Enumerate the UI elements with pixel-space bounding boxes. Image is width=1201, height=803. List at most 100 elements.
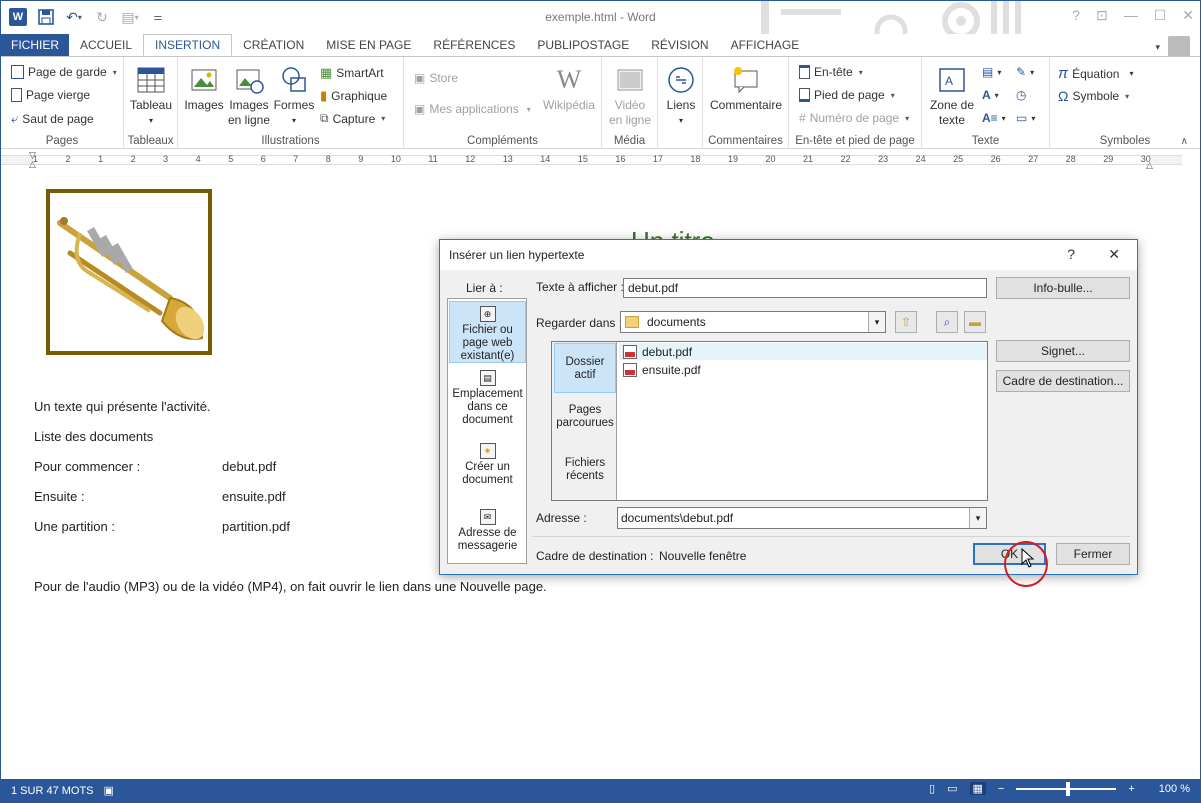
trumpet-image[interactable]	[46, 189, 212, 355]
zoom-slider[interactable]	[1016, 781, 1117, 796]
graphique-button[interactable]: ▮ Graphique	[320, 88, 387, 104]
images-en-ligne-button[interactable]: Images en ligne	[226, 65, 272, 128]
en-tete-button[interactable]: En-tête	[799, 65, 863, 79]
pied-de-page-button[interactable]: Pied de page	[799, 88, 895, 102]
info-bulle-button[interactable]: Info-bulle...	[996, 277, 1130, 299]
dossier-actif-item[interactable]: Dossier actif	[554, 343, 616, 393]
row-label-1: Pour commencer :	[34, 459, 141, 474]
numero-de-page-button[interactable]: # Numéro de page	[799, 111, 909, 125]
file-row-1[interactable]: debut.pdf	[619, 343, 987, 360]
page-vierge-button[interactable]: Page vierge	[11, 88, 90, 102]
tab-revision[interactable]: RÉVISION	[640, 34, 719, 56]
dialog-help-icon[interactable]: ?	[1067, 246, 1075, 262]
pages-parcourues-item[interactable]: Pages parcourues	[554, 404, 616, 444]
avatar[interactable]	[1168, 36, 1190, 58]
quickparts-button[interactable]: ▤ ▾	[982, 65, 1001, 79]
symbole-button[interactable]: Ω Symbole	[1058, 88, 1129, 104]
date-button[interactable]: ◷	[1016, 88, 1026, 102]
tableau-button[interactable]: Tableau ▾	[129, 65, 173, 128]
header-icon	[799, 65, 810, 79]
intro-text: Un texte qui présente l'activité.	[34, 399, 211, 414]
ruler-tick-label: 8	[325, 154, 331, 164]
read-mode-icon[interactable]: ▯	[929, 782, 935, 795]
ribbon-display-icon[interactable]: ⊡	[1096, 7, 1108, 24]
wordart-button[interactable]: A ▾	[982, 88, 999, 102]
ribbon: Page de garde Page vierge ⤶Saut de page …	[1, 56, 1200, 149]
regarder-dans-select[interactable]: documents ▾	[620, 311, 886, 333]
ruler-tick-label: 1	[33, 154, 39, 164]
zoom-in-icon[interactable]: +	[1128, 783, 1134, 795]
collapse-ribbon-icon[interactable]: ∧	[1181, 136, 1188, 147]
word-count[interactable]: 1 SUR 47 MOTS	[11, 785, 94, 797]
lier-creer-document[interactable]: ✷ Créer un document	[449, 439, 526, 489]
fermer-button[interactable]: Fermer	[1056, 543, 1130, 565]
zoom-level[interactable]: 100 %	[1159, 783, 1190, 795]
minimize-icon[interactable]: —	[1124, 7, 1138, 24]
lier-item-1-line2: page web	[462, 337, 513, 349]
saut-de-page-button[interactable]: ⤶ Saut de page	[11, 111, 94, 127]
zone-de-texte-button[interactable]: A Zone de texte	[926, 65, 978, 128]
up-folder-button[interactable]: ⇧	[895, 311, 917, 333]
browse-web-button[interactable]: ⌕	[936, 311, 958, 333]
texte-a-afficher-input[interactable]: debut.pdf	[623, 278, 987, 298]
liens-button[interactable]: Liens ▾	[662, 65, 700, 128]
file-row-2[interactable]: ensuite.pdf	[619, 361, 987, 378]
capture-button[interactable]: ⧉ Capture	[320, 111, 385, 126]
file-browser-sidebar: Dossier actif Pages parcourues Fichiers …	[552, 342, 617, 500]
lier-adresse-messagerie[interactable]: ✉ Adresse de messagerie	[449, 505, 526, 555]
images-button[interactable]: Images	[183, 65, 225, 113]
signature-button[interactable]: ✎ ▾	[1016, 65, 1034, 79]
signet-button[interactable]: Signet...	[996, 340, 1130, 362]
page-de-garde-button[interactable]: Page de garde	[11, 65, 117, 79]
adresse-value: documents\debut.pdf	[621, 511, 734, 525]
tab-publipostage[interactable]: PUBLIPOSTAGE	[526, 34, 640, 56]
tab-insertion[interactable]: INSERTION	[143, 34, 233, 56]
zoom-out-icon[interactable]: −	[998, 783, 1004, 795]
page-break-icon: ⤶	[11, 111, 19, 126]
lettrine-button[interactable]: A≡ ▾	[982, 111, 1006, 125]
proofing-icon[interactable]: ▣	[104, 784, 114, 797]
online-picture-icon	[236, 69, 264, 94]
tab-affichage[interactable]: AFFICHAGE	[720, 34, 811, 56]
object-button[interactable]: ▭ ▾	[1016, 111, 1035, 125]
smartart-button[interactable]: ▦ SmartArt	[320, 65, 384, 81]
store-button[interactable]: ▣ Store	[414, 71, 458, 85]
adresse-dropdown-icon[interactable]: ▾	[969, 508, 986, 528]
commentaire-label: Commentaire	[709, 98, 783, 112]
zone-de-texte-label-1: Zone de	[929, 98, 975, 112]
ruler-tick-label: 25	[953, 154, 964, 164]
close-icon[interactable]: ✕	[1182, 7, 1194, 24]
group-entete: En-tête Pied de page #Numéro de page En-…	[789, 57, 922, 149]
lier-fichier-existant[interactable]: ⊕ Fichier ou page web existant(e)	[449, 301, 526, 363]
wikipedia-button[interactable]: W Wikipédia	[538, 65, 600, 113]
mes-applications-button[interactable]: ▣ Mes applications ▾	[414, 102, 531, 116]
video-en-ligne-button[interactable]: Vidéo en ligne	[607, 65, 653, 128]
capture-label: Capture	[332, 111, 376, 126]
tab-accueil[interactable]: ACCUEIL	[69, 34, 143, 56]
maximize-icon[interactable]: ☐	[1154, 7, 1167, 24]
browse-file-button[interactable]: ▬	[964, 311, 986, 333]
zoom-slider-thumb[interactable]	[1066, 781, 1071, 796]
web-layout-icon[interactable]: ▦	[969, 782, 986, 795]
graphique-label: Graphique	[331, 89, 388, 103]
fichiers-recents-item[interactable]: Fichiers récents	[554, 457, 616, 497]
lier-a-panel: ⊕ Fichier ou page web existant(e) ▤ Empl…	[447, 298, 527, 564]
formes-button[interactable]: Formes ▾	[273, 65, 315, 128]
tab-fichier[interactable]: FICHIER	[1, 34, 69, 56]
equation-button[interactable]: π Équation ▾	[1058, 65, 1133, 82]
dialog-close-icon[interactable]: ✕	[1108, 246, 1120, 263]
lier-emplacement-document[interactable]: ▤ Emplacement dans ce document	[449, 366, 526, 428]
adresse-input[interactable]: documents\debut.pdf ▾	[617, 507, 987, 529]
cadre-destination-button[interactable]: Cadre de destination...	[996, 370, 1130, 392]
account-chevron-icon[interactable]: ▾	[1155, 42, 1160, 53]
tab-creation[interactable]: CRÉATION	[232, 34, 315, 56]
regarder-dans-dropdown-icon[interactable]: ▾	[868, 312, 885, 332]
help-icon[interactable]: ?	[1072, 7, 1080, 24]
commentaire-button[interactable]: Commentaire	[708, 65, 784, 113]
group-label-media: Média	[613, 135, 646, 147]
print-layout-icon[interactable]: ▭	[947, 782, 957, 795]
group-pages: Page de garde Page vierge ⤶Saut de page …	[1, 57, 124, 149]
ruler-tick-label: 16	[615, 154, 626, 164]
tab-mise-en-page[interactable]: MISE EN PAGE	[315, 34, 422, 56]
tab-references[interactable]: RÉFÉRENCES	[422, 34, 526, 56]
